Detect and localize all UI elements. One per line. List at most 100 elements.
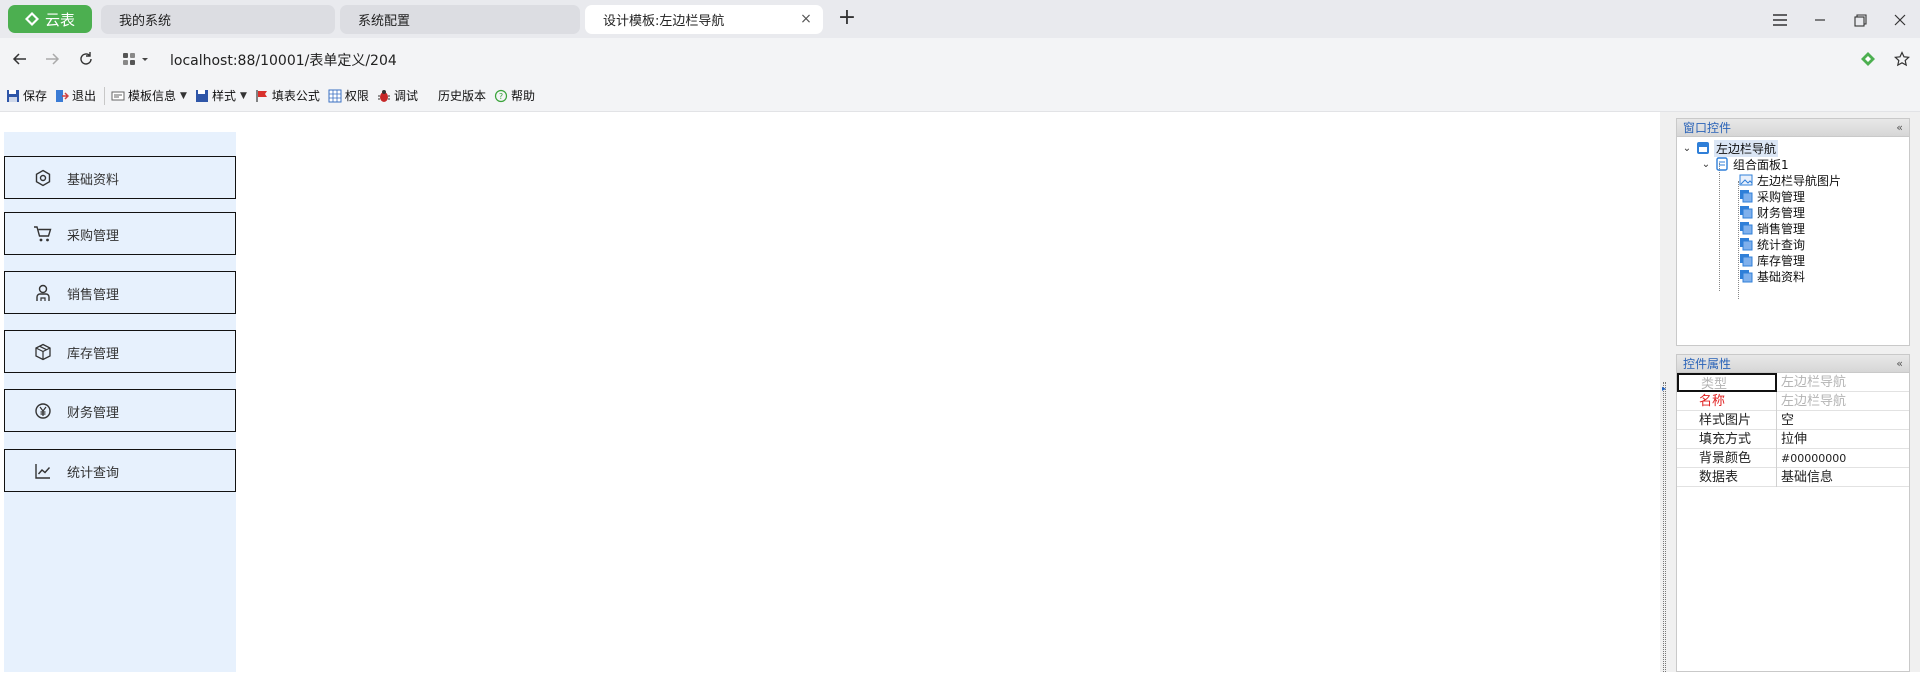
close-window-icon[interactable] — [1888, 8, 1912, 32]
style-label: 样式 — [211, 89, 236, 103]
tab-design-template[interactable]: 设计模板:左边栏导航 × — [585, 5, 823, 34]
tree-node-label: 采购管理 — [1757, 189, 1806, 204]
nav-item-basic-data[interactable]: 基础资料 — [4, 156, 236, 199]
property-name: 背景颜色 — [1677, 449, 1777, 468]
permission-grid-icon — [328, 89, 342, 103]
info-card-icon — [111, 89, 125, 103]
property-grid[interactable]: 类型 左边栏导航 名称 左边栏导航 样式图片 空 填充方式 拉伸 背景颜色 #0… — [1677, 373, 1909, 673]
tree-node-root[interactable]: ⌄ 左边栏导航 — [1681, 139, 1779, 157]
tab-label: 我的系统 — [119, 14, 172, 29]
tree-node-child[interactable]: 库存管理 — [1739, 252, 1805, 268]
yen-coin-icon — [32, 400, 54, 422]
property-value[interactable]: #00000000 — [1779, 449, 1907, 468]
nav-item-finance[interactable]: 财务管理 — [4, 389, 236, 432]
tree-node-child[interactable]: 基础资料 — [1739, 268, 1805, 284]
bookmark-star-icon[interactable] — [1890, 47, 1914, 71]
property-row-background-color[interactable]: 背景颜色 #00000000 — [1677, 449, 1909, 468]
save-label: 保存 — [23, 89, 48, 103]
property-row-fill-mode[interactable]: 填充方式 拉伸 — [1677, 430, 1909, 449]
debug-button[interactable]: 调试 — [377, 86, 418, 106]
button-control-icon — [1739, 205, 1753, 219]
button-control-icon — [1739, 189, 1753, 203]
help-question-icon: ? — [494, 89, 508, 103]
template-info-menu[interactable]: 模板信息 ▼ — [111, 86, 187, 106]
property-value[interactable]: 左边栏导航 — [1779, 392, 1907, 411]
property-row-data-table[interactable]: 数据表 基础信息 — [1677, 468, 1909, 487]
property-value[interactable]: 空 — [1779, 411, 1907, 430]
controls-tree[interactable]: ⌄ 左边栏导航 ⌄ 组合面板1 左边栏导航图片 采购管理 财务管理 销售管理 统… — [1677, 137, 1909, 345]
tree-node-child[interactable]: 财务管理 — [1739, 204, 1805, 220]
history-version-button[interactable]: 历史版本 — [438, 86, 486, 106]
nav-item-label: 销售管理 — [67, 288, 120, 303]
restore-icon[interactable] — [1848, 8, 1872, 32]
menu-icon[interactable] — [1768, 8, 1792, 32]
tree-node-child[interactable]: 统计查询 — [1739, 236, 1805, 252]
property-value[interactable]: 基础信息 — [1779, 468, 1907, 487]
control-properties-panel: 控件属性 « 类型 左边栏导航 名称 左边栏导航 样式图片 空 填充方式 拉伸 … — [1676, 354, 1910, 672]
forward-arrow-icon[interactable] — [40, 47, 64, 71]
expand-chevron-icon[interactable]: ⌄ — [1700, 159, 1712, 170]
group-panel-icon — [1715, 157, 1729, 171]
collapse-panel-icon[interactable]: « — [1896, 355, 1903, 373]
new-tab-button[interactable]: + — [834, 6, 860, 32]
tab-my-system[interactable]: 我的系统 — [101, 5, 335, 34]
tree-node-group-panel[interactable]: ⌄ 组合面板1 — [1700, 156, 1789, 172]
line-chart-icon — [32, 460, 54, 482]
yunbiao-logo-icon — [24, 12, 39, 26]
button-control-icon — [1739, 237, 1753, 251]
bug-icon — [377, 89, 391, 103]
left-sidebar-navigation[interactable]: 基础资料 采购管理 销售管理 库存管理 财务管理 统计查询 — [4, 132, 236, 672]
url-field[interactable]: localhost:88/10001/表单定义/204 — [170, 50, 397, 70]
property-row-name[interactable]: 名称 左边栏导航 — [1677, 392, 1909, 411]
property-row-type[interactable]: 类型 左边栏导航 — [1677, 373, 1909, 392]
nav-item-purchase[interactable]: 采购管理 — [4, 212, 236, 255]
debug-label: 调试 — [393, 89, 418, 103]
tree-node-label: 左边栏导航图片 — [1757, 173, 1842, 188]
form-root-icon — [1696, 141, 1710, 155]
dropdown-caret-icon: ▼ — [239, 90, 247, 101]
tree-node-child[interactable]: 销售管理 — [1739, 220, 1805, 236]
address-bar: localhost:88/10001/表单定义/204 — [0, 38, 1920, 80]
back-arrow-icon[interactable] — [8, 47, 32, 71]
panel-splitter[interactable]: ▸ — [1660, 112, 1676, 672]
yunbiao-app-button[interactable]: 云表 — [8, 5, 92, 33]
tree-node-child[interactable]: 左边栏导航图片 — [1739, 172, 1841, 188]
splitter-arrow-icon[interactable]: ▸ — [1662, 384, 1666, 393]
nav-item-sales[interactable]: 销售管理 — [4, 271, 236, 314]
tab-system-config[interactable]: 系统配置 — [340, 5, 580, 34]
nav-item-label: 采购管理 — [67, 229, 120, 244]
save-button[interactable]: 保存 — [6, 86, 47, 106]
tree-node-label: 统计查询 — [1757, 237, 1806, 252]
splitter-grip[interactable] — [1663, 382, 1666, 672]
window-controls-header: 窗口控件 « — [1677, 119, 1909, 137]
button-control-icon — [1739, 221, 1753, 235]
reload-icon[interactable] — [74, 47, 98, 71]
collapse-panel-icon[interactable]: « — [1896, 119, 1903, 137]
exit-button[interactable]: 退出 — [55, 86, 96, 106]
expand-chevron-icon[interactable]: ⌄ — [1681, 143, 1693, 154]
property-name: 类型 — [1677, 373, 1777, 392]
designer-side-panel: 窗口控件 « ⌄ 左边栏导航 ⌄ 组合面板1 左边栏导航图片 采购管理 财务管理… — [1676, 112, 1920, 672]
exit-label: 退出 — [72, 89, 97, 103]
design-canvas[interactable]: 基础资料 采购管理 销售管理 库存管理 财务管理 统计查询 — [0, 112, 1660, 672]
tree-guide-line — [1719, 163, 1720, 291]
permission-label: 权限 — [344, 89, 369, 103]
nav-item-inventory[interactable]: 库存管理 — [4, 330, 236, 373]
property-name: 数据表 — [1677, 468, 1777, 487]
help-button[interactable]: ? 帮助 — [494, 86, 535, 106]
person-icon — [32, 282, 54, 304]
tree-node-label: 左边栏导航 — [1714, 139, 1779, 157]
minimize-icon[interactable] — [1808, 8, 1832, 32]
permission-button[interactable]: 权限 — [328, 86, 369, 106]
tree-node-child[interactable]: 采购管理 — [1739, 188, 1805, 204]
close-tab-icon[interactable]: × — [799, 12, 813, 26]
formula-flag-icon — [255, 89, 269, 103]
property-row-style-image[interactable]: 样式图片 空 — [1677, 411, 1909, 430]
tree-node-label: 财务管理 — [1757, 205, 1806, 220]
nav-item-statistics[interactable]: 统计查询 — [4, 449, 236, 492]
apps-grid-icon[interactable] — [118, 47, 154, 71]
extension-diamond-icon[interactable] — [1856, 47, 1880, 71]
style-menu[interactable]: 样式 ▼ — [195, 86, 247, 106]
property-value[interactable]: 拉伸 — [1779, 430, 1907, 449]
fill-formula-button[interactable]: 填表公式 — [255, 86, 320, 106]
